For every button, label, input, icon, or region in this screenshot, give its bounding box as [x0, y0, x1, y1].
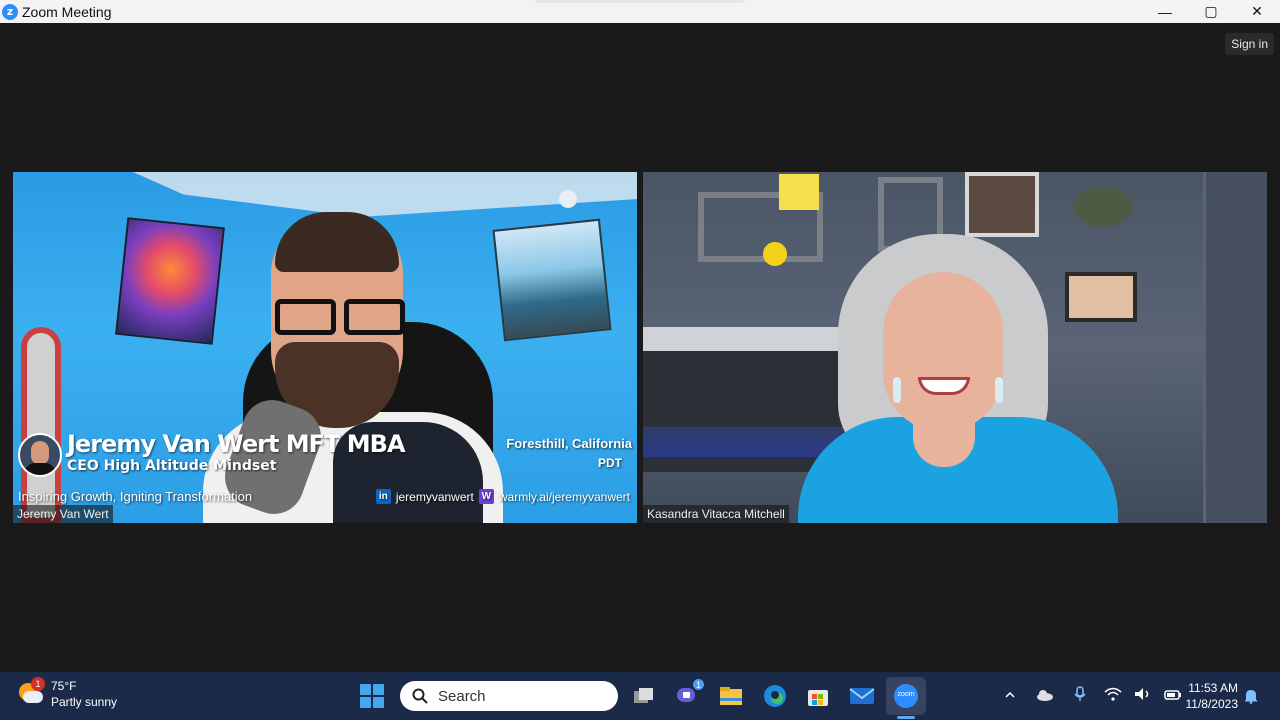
- video-tile-jeremy[interactable]: Jeremy Van Wert MFT MBA CEO High Altitud…: [13, 172, 637, 523]
- clock-time: 11:53 AM: [1188, 681, 1238, 695]
- participant-name-tag: Jeremy Van Wert: [13, 505, 113, 523]
- video-tile-kasandra[interactable]: Kasandra Vitacca Mitchell: [643, 172, 1267, 523]
- chat-icon[interactable]: 1: [673, 678, 705, 710]
- earring: [893, 377, 901, 403]
- wifi-icon[interactable]: [1104, 687, 1122, 704]
- zoom-logo-icon: z: [2, 3, 18, 20]
- car-painting: [492, 218, 612, 342]
- zoom-icon[interactable]: zoom: [892, 682, 920, 710]
- drag-handle[interactable]: [535, 0, 745, 3]
- linkedin-icon: in: [375, 489, 391, 504]
- microphone-icon[interactable]: [1074, 686, 1086, 705]
- close-button[interactable]: ✕: [1234, 0, 1280, 23]
- maximize-icon: ▢: [1204, 3, 1218, 19]
- mail-icon[interactable]: [848, 682, 876, 710]
- system-tray: [1004, 686, 1182, 705]
- taskbar: 1 75°F Partly sunny Search 1 zoom 11:53 …: [0, 672, 1280, 720]
- overlay-avatar: [18, 433, 62, 477]
- title-bar: z Zoom Meeting — ▢ ✕: [0, 0, 1280, 23]
- chat-badge: 1: [692, 678, 705, 691]
- window-title: Zoom Meeting: [22, 3, 112, 20]
- onedrive-icon[interactable]: [1036, 688, 1054, 704]
- search-placeholder: Search: [438, 687, 486, 705]
- overlay-job-title: CEO High Altitude Mindset: [67, 458, 277, 474]
- store-icon[interactable]: [804, 682, 832, 710]
- search-icon: [412, 688, 428, 704]
- overlay-location: Foresthill, California: [506, 436, 632, 451]
- meeting-area: Sign in Jeremy Van Wert MFT MBA CEO High…: [0, 23, 1280, 672]
- minimize-button[interactable]: —: [1142, 0, 1188, 23]
- minimize-icon: —: [1158, 3, 1172, 20]
- task-view-icon[interactable]: [630, 682, 658, 710]
- tree-painting: [115, 217, 225, 345]
- sticky-note: [779, 174, 819, 210]
- plant-pot: [1073, 187, 1133, 227]
- active-indicator: [897, 716, 915, 719]
- maximize-button[interactable]: ▢: [1188, 0, 1234, 23]
- picture-frame: [965, 172, 1039, 237]
- volume-icon[interactable]: [1134, 687, 1152, 704]
- smoke-detector: [559, 190, 577, 208]
- clock-date: 11/8/2023: [1185, 697, 1239, 711]
- website-url: warmly.ai/jeremyvanwert: [498, 489, 630, 504]
- partly-sunny-icon: 1: [17, 677, 45, 707]
- taskbar-search[interactable]: Search: [400, 681, 618, 711]
- participant-name-tag: Kasandra Vitacca Mitchell: [643, 505, 789, 523]
- weather-badge: 1: [31, 677, 45, 691]
- weather-temperature: 75°F: [51, 679, 77, 693]
- overlay-links: in jeremyvanwert W warmly.ai/jeremyvanwe…: [375, 489, 630, 504]
- earring: [995, 377, 1003, 403]
- overlay-timezone: PDT: [598, 456, 622, 470]
- overlay-tagline: Inspiring Growth, Igniting Transformatio…: [18, 489, 253, 504]
- file-explorer-icon[interactable]: [717, 682, 745, 710]
- edge-icon[interactable]: [761, 682, 789, 710]
- participant-face: [883, 272, 1003, 432]
- overlay-display-name: Jeremy Van Wert MFT MBA: [67, 430, 406, 458]
- door: [1203, 172, 1267, 523]
- warmly-icon: W: [478, 489, 494, 504]
- zoom-icon-label: zoom: [897, 691, 915, 698]
- linkedin-handle: jeremyvanwert: [395, 489, 474, 504]
- windows-start-icon[interactable]: [360, 684, 384, 708]
- close-icon: ✕: [1251, 3, 1263, 19]
- weather-condition: Partly sunny: [51, 695, 118, 709]
- chevron-up-icon[interactable]: [1004, 688, 1016, 704]
- picture-frame: [1065, 272, 1137, 322]
- sign-in-button[interactable]: Sign in: [1225, 33, 1274, 55]
- taskbar-clock[interactable]: 11:53 AM 11/8/2023: [1180, 680, 1239, 712]
- weather-widget[interactable]: 1 75°F Partly sunny: [17, 677, 118, 710]
- glasses: [275, 299, 405, 335]
- notification-bell-icon[interactable]: [1244, 688, 1258, 704]
- participant-hair: [275, 212, 399, 272]
- smiley-decoration: [763, 242, 787, 266]
